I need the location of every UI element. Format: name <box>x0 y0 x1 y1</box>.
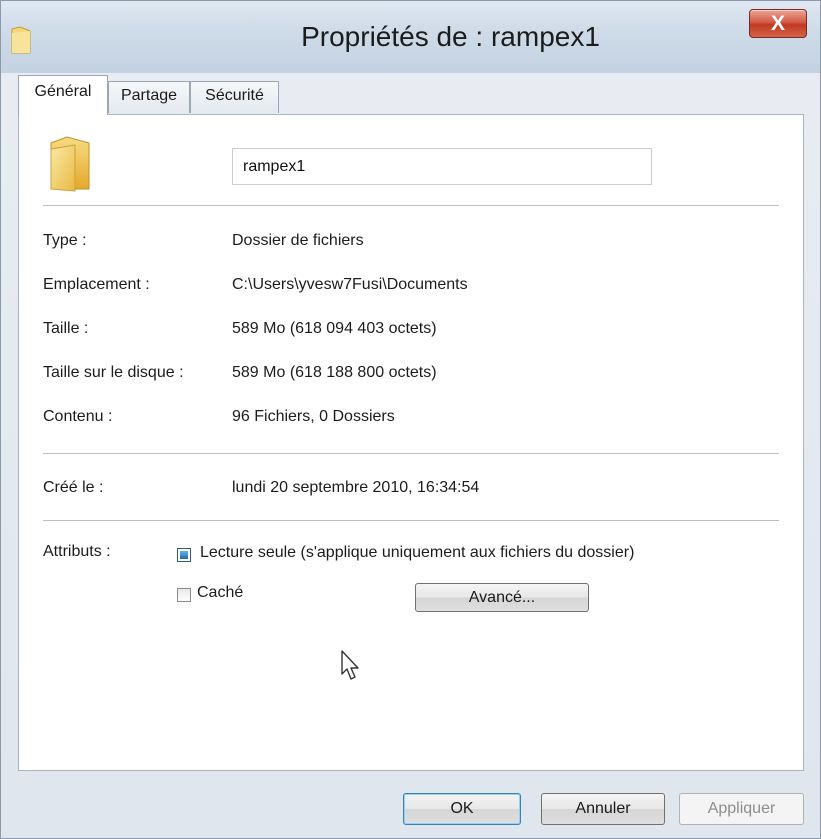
tab-general[interactable]: Général <box>18 75 108 115</box>
type-value: Dossier de fichiers <box>232 232 364 249</box>
hidden-label[interactable]: Caché <box>197 584 243 602</box>
separator <box>43 205 779 206</box>
created-value: lundi 20 septembre 2010, 16:34:54 <box>232 479 480 496</box>
contents-label: Contenu : <box>43 408 113 425</box>
created-label: Créé le : <box>43 479 104 496</box>
apply-button[interactable]: Appliquer <box>679 793 804 825</box>
separator <box>43 520 779 521</box>
tab-securite[interactable]: Sécurité <box>190 81 279 113</box>
readonly-label[interactable]: Lecture seule (s'applique uniquement aux… <box>200 544 634 562</box>
size-on-disk-value: 589 Mo (618 188 800 octets) <box>232 364 437 381</box>
attributes-label: Attributs : <box>43 543 111 560</box>
readonly-checkbox[interactable] <box>177 548 191 562</box>
advanced-button[interactable]: Avancé... <box>415 583 589 612</box>
ok-button[interactable]: OK <box>403 793 521 825</box>
size-value: 589 Mo (618 094 403 octets) <box>232 320 437 337</box>
folder-name-input[interactable] <box>232 148 652 185</box>
mouse-pointer-icon <box>341 650 359 680</box>
location-value: C:\Users\yvesw7Fusi\Documents <box>232 276 468 293</box>
properties-dialog: / Propriétés de : rampex1 X Général Part… <box>0 0 821 839</box>
hidden-checkbox[interactable] <box>177 588 191 602</box>
folder-icon <box>50 136 90 192</box>
contents-value: 96 Fichiers, 0 Dossiers <box>232 408 395 425</box>
general-panel: Type : Dossier de fichiers Emplacement :… <box>18 114 804 771</box>
separator <box>43 453 779 454</box>
window-title: Propriétés de : rampex1 <box>301 21 600 52</box>
size-label: Taille : <box>43 320 89 337</box>
location-label: Emplacement : <box>43 276 150 293</box>
size-on-disk-label: Taille sur le disque : <box>43 364 184 381</box>
cancel-button[interactable]: Annuler <box>541 793 665 825</box>
title-bar[interactable]: Propriétés de : rampex1 X <box>1 1 820 73</box>
tab-partage[interactable]: Partage <box>108 81 190 113</box>
type-label: Type : <box>43 232 87 249</box>
close-button[interactable]: X <box>749 9 807 38</box>
